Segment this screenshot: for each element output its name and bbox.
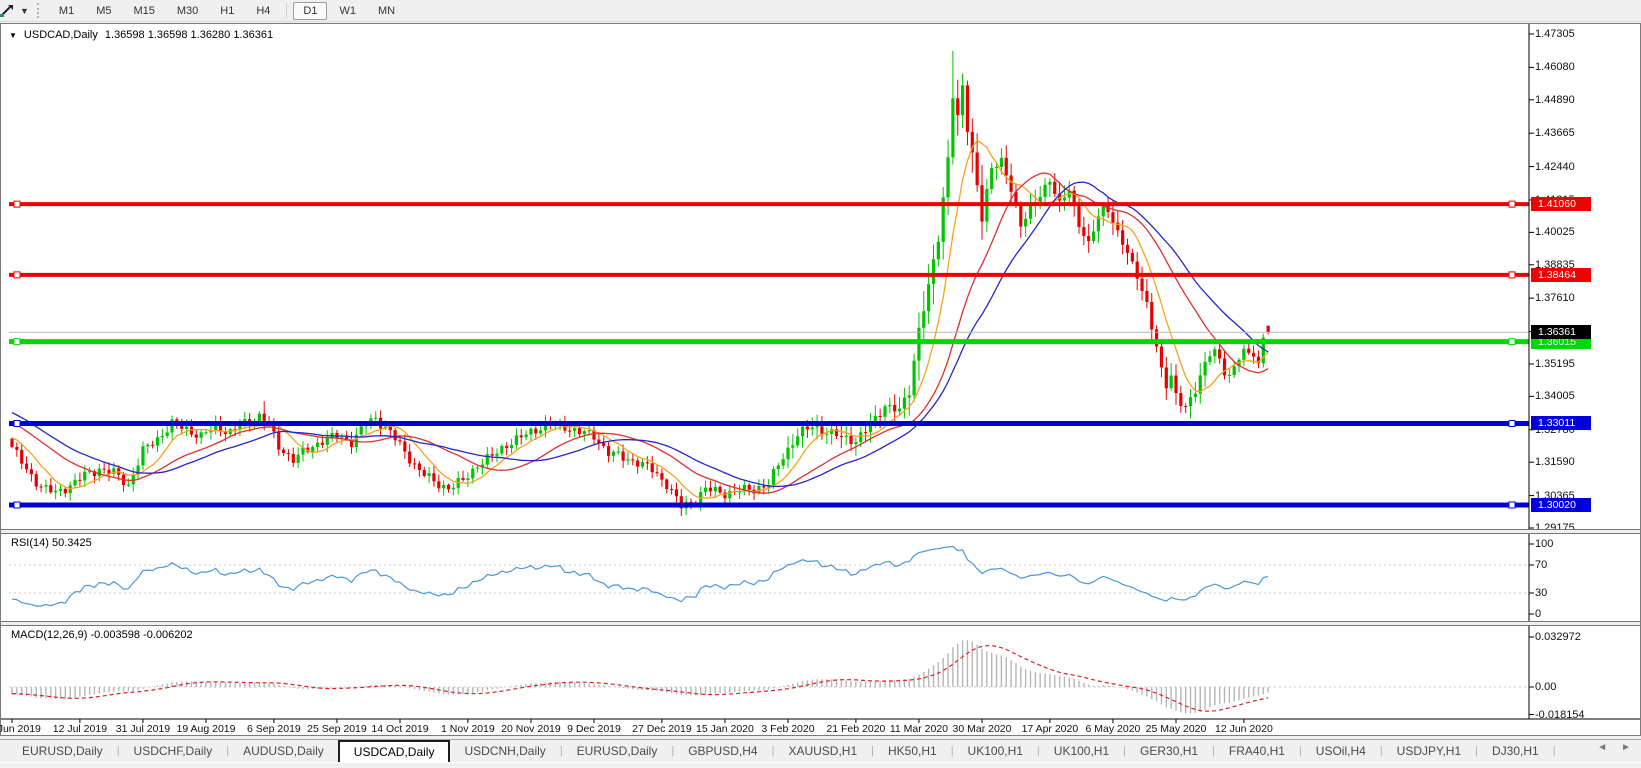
- rsi-axis-tick: 0: [1535, 608, 1542, 620]
- price-axis-tick: 1.42440: [1535, 160, 1575, 173]
- date-axis-label: 3 Feb 2020: [761, 723, 815, 735]
- timeframe-button-m30[interactable]: M30: [167, 2, 208, 20]
- macd-axis-tick: -0.018154: [1535, 708, 1585, 721]
- chart-tab-usdcad-daily[interactable]: USDCAD,Daily: [337, 740, 451, 762]
- chart-tab-uk100-h1[interactable]: UK100,H1: [954, 740, 1037, 762]
- hline-price-label[interactable]: 1.33011: [1531, 416, 1591, 431]
- price-axis-tick: 1.40025: [1535, 226, 1575, 239]
- collapse-triangle-icon[interactable]: ▼: [9, 31, 17, 40]
- macd-axis-tick: 0.00: [1535, 681, 1557, 693]
- chart-tab-xauusd-h1[interactable]: XAUUSD,H1: [774, 740, 871, 762]
- price-axis-tick: 1.35195: [1535, 357, 1575, 370]
- chart-tab-audusd-daily[interactable]: AUDUSD,Daily: [229, 740, 338, 762]
- timeframe-button-h1[interactable]: H1: [210, 2, 244, 20]
- chevron-down-icon[interactable]: ▼: [20, 6, 29, 16]
- timeframe-button-m5[interactable]: M5: [86, 2, 121, 20]
- date-axis-label: 21 Feb 2020: [826, 723, 886, 735]
- toolbar-grip-handle[interactable]: [36, 3, 41, 18]
- chart-tab-dj30-h1[interactable]: DJ30,H1: [1478, 740, 1553, 762]
- chart-window: ▼ USDCAD,Daily 1.36598 1.36598 1.36280 1…: [0, 23, 1641, 736]
- chart-tab-uk100-h1[interactable]: UK100,H1: [1040, 740, 1123, 762]
- date-axis-label: 17 Apr 2020: [1021, 723, 1079, 735]
- hline-price-label[interactable]: 1.38464: [1531, 267, 1591, 282]
- timeframe-button-d1[interactable]: D1: [293, 1, 328, 20]
- chart-title: ▼ USDCAD,Daily 1.36598 1.36598 1.36280 1…: [9, 29, 273, 41]
- scroll-tabs-right-icon[interactable]: ►: [1621, 742, 1631, 753]
- bid-price-label: 1.36361: [1531, 325, 1591, 340]
- chart-tab-bar: EURUSD,Daily | USDCHF,Daily | AUDUSD,Daily US…: [0, 739, 1641, 762]
- chart-tab-usdchf-daily[interactable]: USDCHF,Daily: [120, 740, 227, 762]
- hline-price-label[interactable]: 1.30020: [1531, 497, 1591, 512]
- chart-tab-usoil-h4[interactable]: USOil,H4: [1302, 740, 1380, 762]
- chart-tab-eurusd-daily[interactable]: EURUSD,Daily: [8, 740, 117, 762]
- price-axis-tick: 1.44890: [1535, 93, 1575, 106]
- chart-tab-eurusd-daily[interactable]: EURUSD,Daily: [563, 740, 672, 762]
- timeframe-button-h4[interactable]: H4: [246, 2, 280, 20]
- price-axis-tick: 1.31590: [1535, 456, 1575, 469]
- chart-tab-hk50-h1[interactable]: HK50,H1: [874, 740, 951, 762]
- timeframe-button-m1[interactable]: M1: [49, 2, 84, 20]
- timeframe-toolbar: ▼ M1 M5 M15 M30 H1 H4 D1 W1 MN: [0, 0, 1641, 22]
- status-strip: [0, 762, 1641, 768]
- date-axis-label: 6 Sep 2019: [247, 723, 301, 735]
- chart-tab-fra40-h1[interactable]: FRA40,H1: [1215, 740, 1299, 762]
- rsi-indicator-label: RSI(14) 50.3425: [11, 537, 92, 549]
- chart-ohlc-values: 1.36598 1.36598 1.36280 1.36361: [104, 29, 274, 41]
- price-axis-tick: 1.37610: [1535, 292, 1575, 305]
- date-axis-label: 30 Mar 2020: [952, 723, 1012, 735]
- date-axis-label: 14 Oct 2019: [371, 723, 429, 735]
- date-axis-label: 12 Jun 2020: [1214, 723, 1273, 735]
- date-axis-label: 9 Dec 2019: [567, 723, 621, 735]
- date-axis-label: 6 May 2020: [1085, 723, 1141, 735]
- toolbar-divider: [286, 3, 288, 18]
- date-axis-label: 31 Jul 2019: [115, 723, 171, 735]
- chart-tab-gbpusd-h4[interactable]: GBPUSD,H4: [674, 740, 771, 762]
- date-axis-label: 24 Jun 2019: [0, 723, 41, 735]
- draw-tool-icon[interactable]: [0, 2, 18, 20]
- price-axis-tick: 1.47305: [1535, 28, 1575, 40]
- chart-tab-usdjpy-h1[interactable]: USDJPY,H1: [1383, 740, 1475, 762]
- chart-tab-ger30-h1[interactable]: GER30,H1: [1126, 740, 1212, 762]
- macd-indicator-label: MACD(12,26,9) -0.003598 -0.006202: [11, 629, 193, 641]
- panel-splitter-macd[interactable]: [1, 621, 1640, 626]
- date-axis-label: 19 Aug 2019: [176, 723, 236, 735]
- rsi-axis-tick: 30: [1535, 587, 1548, 599]
- date-axis-label: 1 Nov 2019: [441, 723, 495, 735]
- date-axis-label: 25 May 2020: [1145, 723, 1207, 735]
- price-chart-canvas[interactable]: [1, 24, 1640, 735]
- hline-price-label[interactable]: 1.41060: [1531, 197, 1591, 212]
- price-axis-tick: 1.34005: [1535, 390, 1575, 403]
- date-axis-label: 25 Sep 2019: [307, 723, 367, 735]
- date-axis-label: 27 Dec 2019: [632, 723, 692, 735]
- timeframe-button-mn[interactable]: MN: [368, 2, 405, 20]
- tab-scroll-arrows: ◄ ►: [1597, 742, 1631, 753]
- timeframe-button-m15[interactable]: M15: [123, 2, 164, 20]
- chart-symbol-period: USDCAD,Daily: [23, 29, 98, 41]
- timeframe-button-w1[interactable]: W1: [329, 2, 366, 20]
- date-axis-label: 11 Mar 2020: [889, 723, 949, 735]
- date-axis-label: 20 Nov 2019: [501, 723, 561, 735]
- scroll-tabs-left-icon[interactable]: ◄: [1597, 742, 1607, 753]
- chart-tab-usdcnh-daily[interactable]: USDCNH,Daily: [450, 740, 559, 762]
- date-axis-label: 12 Jul 2019: [52, 723, 108, 735]
- rsi-axis-tick: 100: [1535, 538, 1554, 550]
- macd-axis-tick: 0.032972: [1535, 631, 1581, 643]
- price-axis-tick: 1.46080: [1535, 61, 1575, 74]
- date-axis-label: 15 Jan 2020: [696, 723, 754, 735]
- tab-separator: |: [1552, 745, 1556, 757]
- price-axis-tick: 1.43665: [1535, 127, 1575, 140]
- rsi-axis-tick: 70: [1535, 559, 1548, 571]
- panel-splitter-rsi[interactable]: [1, 529, 1640, 534]
